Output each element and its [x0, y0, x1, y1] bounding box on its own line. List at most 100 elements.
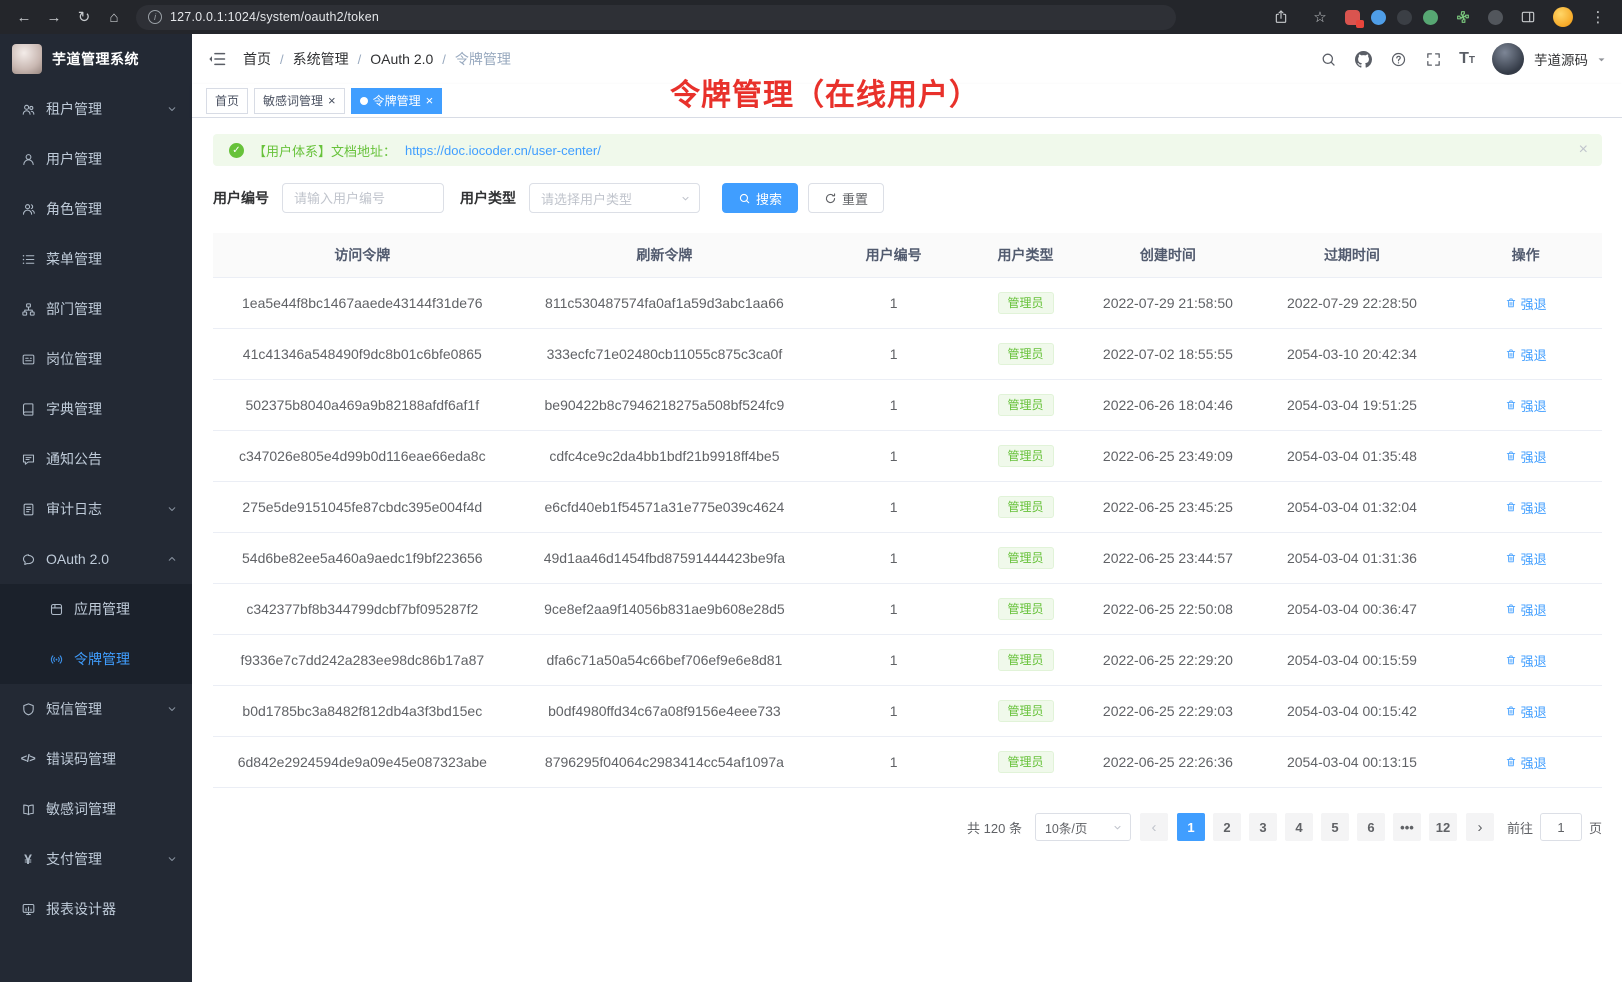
page-button[interactable]: 2 [1213, 813, 1241, 841]
font-size-icon[interactable]: TT [1459, 51, 1475, 67]
force-logout-button[interactable]: 强退 [1505, 702, 1547, 721]
user-type-cell: 管理员 [970, 635, 1081, 686]
tab-close-icon[interactable]: × [328, 94, 336, 107]
tab-1[interactable]: 敏感词管理× [254, 88, 345, 114]
reload-icon[interactable]: ↻ [70, 4, 98, 30]
force-logout-button[interactable]: 强退 [1505, 447, 1547, 466]
sidebar-item-pay[interactable]: ¥支付管理 [0, 834, 192, 884]
search-button[interactable]: 搜索 [722, 183, 798, 213]
sidebar-item-post[interactable]: 岗位管理 [0, 334, 192, 384]
profile-avatar[interactable] [1553, 7, 1573, 27]
url-bar[interactable]: i 127.0.0.1:1024/system/oauth2/token [136, 5, 1176, 30]
sidebar-item-audit[interactable]: 审计日志 [0, 484, 192, 534]
extension-red-icon[interactable] [1345, 10, 1360, 25]
back-icon[interactable]: ← [10, 4, 38, 30]
app-logo[interactable]: 芋道管理系统 [0, 34, 192, 84]
tab-bar: 首页敏感词管理×令牌管理× [192, 84, 1622, 118]
user-avatar[interactable] [1492, 43, 1524, 75]
user-menu-caret-icon[interactable] [1596, 54, 1607, 65]
page-button[interactable]: 5 [1321, 813, 1349, 841]
page-button[interactable]: 1 [1177, 813, 1205, 841]
delete-icon [1505, 552, 1517, 564]
page-button[interactable]: 12 [1429, 813, 1457, 841]
fullscreen-icon[interactable] [1424, 50, 1442, 68]
next-page-button[interactable]: › [1466, 813, 1494, 841]
table-cell: 2022-06-25 22:29:20 [1081, 635, 1255, 686]
sidebar-panel-icon[interactable] [1514, 4, 1542, 30]
sidebar-item-report[interactable]: 报表设计器 [0, 884, 192, 934]
help-icon[interactable] [1389, 50, 1407, 68]
sidebar-item-menu[interactable]: 菜单管理 [0, 234, 192, 284]
sidebar-item-app[interactable]: 应用管理 [0, 584, 192, 634]
user-name[interactable]: 芋道源码 [1534, 49, 1588, 69]
goto-page-input[interactable] [1540, 813, 1582, 841]
page-button[interactable]: 6 [1357, 813, 1385, 841]
breadcrumb: 首页/系统管理/OAuth 2.0/令牌管理 [243, 49, 511, 69]
home-icon[interactable]: ⌂ [100, 4, 128, 30]
force-logout-button[interactable]: 强退 [1505, 294, 1547, 313]
table-row: 1ea5e44f8bc1467aaede43144f31de76811c5304… [213, 278, 1602, 329]
doc-link[interactable]: https://doc.iocoder.cn/user-center/ [405, 143, 601, 158]
sidebar-item-tenant[interactable]: 租户管理 [0, 84, 192, 134]
sidebar-item-user[interactable]: 用户管理 [0, 134, 192, 184]
bookmark-star-icon[interactable]: ☆ [1306, 4, 1334, 30]
force-logout-button[interactable]: 强退 [1505, 549, 1547, 568]
share-icon[interactable] [1267, 4, 1295, 30]
extension-paw-icon[interactable] [1488, 10, 1503, 25]
breadcrumb-item[interactable]: 系统管理 [293, 49, 349, 69]
sidebar-item-oauth[interactable]: OAuth 2.0 [0, 534, 192, 584]
sidebar-item-role[interactable]: 角色管理 [0, 184, 192, 234]
extensions-puzzle-icon[interactable] [1449, 4, 1477, 30]
search-icon[interactable] [1319, 50, 1337, 68]
table-cell: 9ce8ef2aa9f14056b831ae9b608e28d5 [512, 584, 818, 635]
force-logout-button[interactable]: 强退 [1505, 753, 1547, 772]
force-logout-button[interactable]: 强退 [1505, 651, 1547, 670]
sidebar-item-notice[interactable]: 通知公告 [0, 434, 192, 484]
sidebar-item-token[interactable]: 令牌管理 [0, 634, 192, 684]
table-cell: 2022-06-25 22:50:08 [1081, 584, 1255, 635]
prev-page-button[interactable]: ‹ [1140, 813, 1168, 841]
sidebar-item-label: 报表设计器 [46, 899, 178, 919]
table-cell: 2022-06-25 23:44:57 [1081, 533, 1255, 584]
breadcrumb-item[interactable]: 首页 [243, 49, 271, 69]
user-type-select[interactable]: 请选择用户类型 [529, 183, 700, 213]
extension-dark-icon[interactable] [1397, 10, 1412, 25]
user-id-input[interactable] [282, 183, 444, 213]
force-logout-button[interactable]: 强退 [1505, 396, 1547, 415]
table-cell: 1 [817, 686, 970, 737]
sidebar-item-sensitive[interactable]: 敏感词管理 [0, 784, 192, 834]
user-type-tag: 管理员 [998, 292, 1054, 314]
browser-menu-icon[interactable]: ⋮ [1584, 4, 1612, 30]
table-cell: be90422b8c7946218275a508bf524fc9 [512, 380, 818, 431]
table-cell: 811c530487574fa0af1a59d3abc1aa66 [512, 278, 818, 329]
tokens-table: 访问令牌刷新令牌用户编号用户类型创建时间过期时间操作 1ea5e44f8bc14… [213, 233, 1602, 788]
browser-chrome: ← → ↻ ⌂ i 127.0.0.1:1024/system/oauth2/t… [0, 0, 1622, 34]
reset-button[interactable]: 重置 [808, 183, 884, 213]
page-button[interactable]: 3 [1249, 813, 1277, 841]
extension-blue-icon[interactable] [1371, 10, 1386, 25]
sidebar-item-label: OAuth 2.0 [46, 551, 166, 567]
site-info-icon[interactable]: i [148, 10, 162, 24]
page-button[interactable]: 4 [1285, 813, 1313, 841]
sidebar-item-errcode[interactable]: </>错误码管理 [0, 734, 192, 784]
forward-icon[interactable]: → [40, 4, 68, 30]
page-size-select[interactable]: 10条/页 [1035, 813, 1131, 841]
tab-close-icon[interactable]: × [426, 94, 434, 107]
sidebar-item-dict[interactable]: 字典管理 [0, 384, 192, 434]
breadcrumb-separator: / [358, 52, 362, 67]
force-logout-button[interactable]: 强退 [1505, 600, 1547, 619]
extension-green-icon[interactable] [1423, 10, 1438, 25]
sensitive-icon [20, 801, 36, 817]
alert-close-icon[interactable]: × [1579, 142, 1588, 158]
force-logout-button[interactable]: 强退 [1505, 498, 1547, 517]
force-logout-button[interactable]: 强退 [1505, 345, 1547, 364]
tab-0[interactable]: 首页 [206, 88, 248, 114]
tab-2[interactable]: 令牌管理× [351, 88, 443, 114]
page-more-button[interactable]: ••• [1393, 813, 1421, 841]
breadcrumb-item[interactable]: OAuth 2.0 [370, 51, 433, 67]
sidebar-item-sms[interactable]: 短信管理 [0, 684, 192, 734]
sidebar-fold-icon[interactable] [207, 49, 227, 69]
github-icon[interactable] [1354, 50, 1372, 68]
sidebar-item-dept[interactable]: 部门管理 [0, 284, 192, 334]
table-cell: 2022-07-29 22:28:50 [1255, 278, 1449, 329]
